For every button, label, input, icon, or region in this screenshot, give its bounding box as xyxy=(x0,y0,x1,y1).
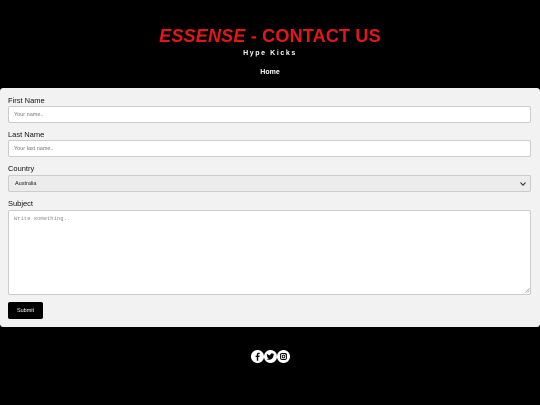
submit-button[interactable]: Submit xyxy=(8,302,43,319)
tagline: Hype Kicks xyxy=(243,50,297,57)
contact-form: First Name Last Name Country Australia S… xyxy=(0,88,540,327)
nav-bar: Home xyxy=(0,68,540,78)
page-title-text: - CONTACT US xyxy=(245,26,381,46)
page-title: ESSENSE - CONTACT US xyxy=(0,25,540,47)
site-header: ESSENSE - CONTACT US Hype Kicks Home xyxy=(0,0,540,88)
nav-link-home[interactable]: Home xyxy=(260,69,279,76)
last-name-label: Last Name xyxy=(8,130,45,139)
subject-label: Subject xyxy=(8,199,34,208)
chevron-down-icon xyxy=(520,182,526,187)
country-label: Country xyxy=(8,164,35,173)
brand-name: ESSENSE xyxy=(159,26,246,46)
resize-grip-icon[interactable] xyxy=(525,288,530,293)
first-name-input[interactable] xyxy=(8,106,531,123)
country-selected-value: Australia xyxy=(15,181,37,187)
last-name-input[interactable] xyxy=(8,140,531,157)
country-select[interactable]: Australia xyxy=(8,175,531,192)
first-name-label: First Name xyxy=(8,96,45,105)
social-links xyxy=(251,350,291,363)
twitter-icon[interactable] xyxy=(264,350,277,363)
subject-textarea[interactable] xyxy=(8,210,531,295)
instagram-icon[interactable] xyxy=(277,350,290,363)
facebook-icon[interactable] xyxy=(251,350,264,363)
